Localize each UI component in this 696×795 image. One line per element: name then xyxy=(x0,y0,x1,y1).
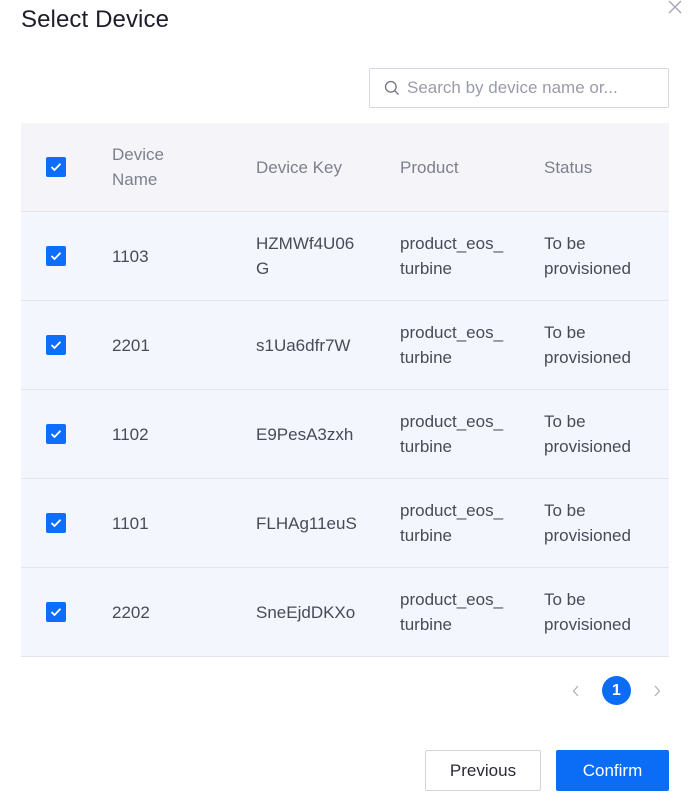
status: To be provisioned xyxy=(544,590,631,634)
close-icon xyxy=(668,0,682,14)
product: product_eos_turbine xyxy=(400,412,504,456)
column-header-device-name: Device Name xyxy=(112,145,164,189)
page-1-button[interactable]: 1 xyxy=(602,676,631,705)
table-header: Device Name Device Key Product Status xyxy=(21,123,669,212)
close-button[interactable] xyxy=(666,0,684,16)
row-checkbox[interactable] xyxy=(46,602,66,622)
confirm-button[interactable]: Confirm xyxy=(556,750,669,791)
device-name: 1102 xyxy=(112,424,149,444)
row-checkbox[interactable] xyxy=(46,424,66,444)
status: To be provisioned xyxy=(544,412,631,456)
device-name: 2202 xyxy=(112,602,150,622)
status: To be provisioned xyxy=(544,323,631,367)
device-key: SneEjdDKXo xyxy=(256,602,356,622)
checkmark-icon xyxy=(50,252,62,261)
column-header-device-key: Device Key xyxy=(256,157,342,177)
search-icon xyxy=(384,80,399,95)
row-checkbox[interactable] xyxy=(46,335,66,355)
checkmark-icon xyxy=(50,608,62,617)
device-key: HZMWf4U06G xyxy=(256,234,355,278)
checkmark-icon xyxy=(50,430,62,439)
status: To be provisioned xyxy=(544,234,631,278)
chevron-right-icon xyxy=(654,685,661,696)
device-name: 1103 xyxy=(112,246,149,266)
product: product_eos_turbine xyxy=(400,234,504,278)
chevron-left-icon xyxy=(572,685,579,696)
column-header-status: Status xyxy=(544,157,593,177)
device-key: E9PesA3zxh xyxy=(256,424,354,444)
checkmark-icon xyxy=(50,341,62,350)
table-row[interactable]: 1102 E9PesA3zxh product_eos_turbine To b… xyxy=(21,390,669,479)
status: To be provisioned xyxy=(544,501,631,545)
row-checkbox[interactable] xyxy=(46,513,66,533)
table-row[interactable]: 1103 HZMWf4U06G product_eos_turbine To b… xyxy=(21,212,669,301)
table-row[interactable]: 2202 SneEjdDKXo product_eos_turbine To b… xyxy=(21,568,669,657)
device-key: FLHAg11euS xyxy=(256,513,357,533)
checkmark-icon xyxy=(50,163,62,172)
previous-button[interactable]: Previous xyxy=(425,750,541,791)
column-header-product: Product xyxy=(400,157,459,177)
device-key: s1Ua6dfr7W xyxy=(256,335,351,355)
checkmark-icon xyxy=(50,519,62,528)
row-checkbox[interactable] xyxy=(46,246,66,266)
search-input[interactable] xyxy=(407,78,647,98)
device-table: Device Name Device Key Product Status 11… xyxy=(21,123,669,657)
pagination: 1 xyxy=(566,676,667,705)
select-all-checkbox[interactable] xyxy=(46,157,66,177)
device-name: 2201 xyxy=(112,335,150,355)
prev-page-button[interactable] xyxy=(566,677,586,705)
next-page-button[interactable] xyxy=(647,677,667,705)
product: product_eos_turbine xyxy=(400,501,504,545)
device-name: 1101 xyxy=(112,513,149,533)
search-box[interactable] xyxy=(369,68,669,108)
table-row[interactable]: 1101 FLHAg11euS product_eos_turbine To b… xyxy=(21,479,669,568)
dialog-title: Select Device xyxy=(21,6,170,33)
product: product_eos_turbine xyxy=(400,323,504,367)
product: product_eos_turbine xyxy=(400,590,504,634)
table-row[interactable]: 2201 s1Ua6dfr7W product_eos_turbine To b… xyxy=(21,301,669,390)
